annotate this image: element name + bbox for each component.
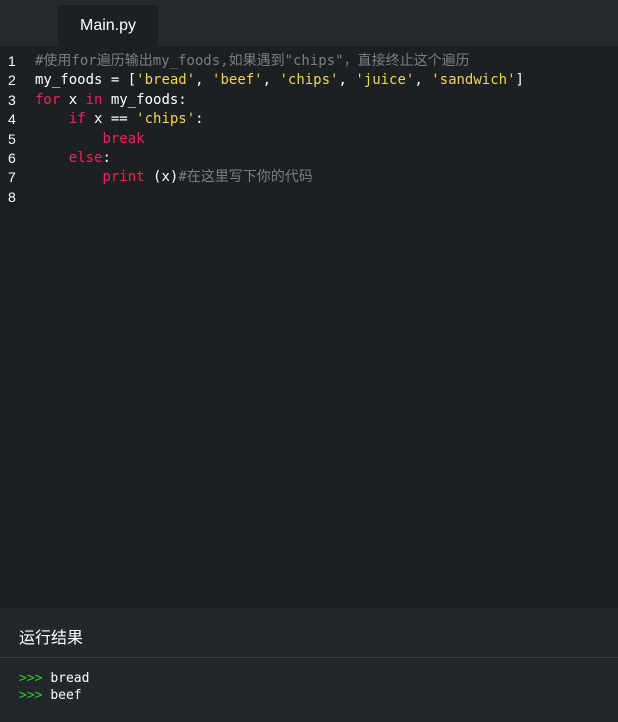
code-token-keyword: else xyxy=(68,149,103,166)
line-code: break xyxy=(35,130,145,149)
code-token-plain: my_foods: xyxy=(102,91,187,108)
code-line: 8 xyxy=(0,188,618,207)
code-token-plain: (x) xyxy=(144,169,179,186)
code-token-string: 'bread' xyxy=(136,72,196,89)
code-token-string: 'chips' xyxy=(279,72,339,89)
code-token-keyword: if xyxy=(68,111,86,128)
code-token-comment: #使用for遍历输出my_foods,如果遇到"chips"，直接终止这个遍历 xyxy=(35,53,470,69)
line-code: #使用for遍历输出my_foods,如果遇到"chips"，直接终止这个遍历 xyxy=(35,52,470,71)
code-editor[interactable]: 1 #使用for遍历输出my_foods,如果遇到"chips"，直接终止这个遍历… xyxy=(0,46,618,608)
code-token-string: 'beef' xyxy=(212,72,263,89)
code-line: 4 if x == 'chips': xyxy=(0,110,618,129)
code-token-string: 'sandwich' xyxy=(431,72,516,89)
line-number: 1 xyxy=(8,53,16,69)
line-code: if x == 'chips': xyxy=(35,110,204,129)
code-token-comment: #在这里写下你的代码 xyxy=(178,169,313,186)
line-number: 8 xyxy=(8,188,16,205)
line-number: 6 xyxy=(8,149,16,166)
line-number: 5 xyxy=(8,130,16,147)
output-line: >>> beef xyxy=(19,687,89,704)
console-prompt: >>> xyxy=(19,688,43,703)
code-token-keyword: break xyxy=(102,130,145,147)
output-line: >>> bread xyxy=(19,670,89,687)
code-token-plain: , xyxy=(195,72,213,89)
line-code: else: xyxy=(35,149,111,168)
code-token-plain: , xyxy=(262,72,280,89)
code-lines: 1 #使用for遍历输出my_foods,如果遇到"chips"，直接终止这个遍历… xyxy=(0,52,618,207)
tab-label: Main.py xyxy=(79,16,137,34)
code-token-plain: ] xyxy=(515,72,524,89)
code-token-plain: : xyxy=(102,149,111,166)
line-number: 4 xyxy=(8,111,16,128)
code-line: 3 for x in my_foods: xyxy=(0,91,618,110)
line-code: print (x)#在这里写下你的代码 xyxy=(35,168,313,187)
code-line: 6 else: xyxy=(0,149,618,168)
code-token-plain: , xyxy=(414,72,432,89)
output-console: >>> bread >>> beef xyxy=(19,670,89,704)
console-prompt: >>> xyxy=(19,671,43,686)
output-text: bread xyxy=(50,671,90,686)
code-token-plain: my_foods = [ xyxy=(35,72,137,89)
results-panel: 运行结果 >>> bread >>> beef xyxy=(0,608,618,722)
code-token-keyword: in xyxy=(85,91,103,108)
line-number: 3 xyxy=(8,91,16,108)
tab-bar: Main.py xyxy=(0,0,618,46)
code-line: 5 break xyxy=(0,130,618,149)
code-token-keyword: print xyxy=(102,169,145,186)
code-token-keyword: for xyxy=(35,91,61,108)
tab-main-py[interactable]: Main.py xyxy=(58,5,158,46)
line-code: for x in my_foods: xyxy=(35,91,187,110)
code-line: 1 #使用for遍历输出my_foods,如果遇到"chips"，直接终止这个遍历 xyxy=(0,52,618,71)
results-title: 运行结果 xyxy=(19,630,84,647)
code-line: 7 print (x)#在这里写下你的代码 xyxy=(0,168,618,187)
code-token-plain: x == xyxy=(85,111,137,128)
code-token-plain: x xyxy=(60,91,86,108)
line-number: 7 xyxy=(8,169,16,186)
code-token-plain: : xyxy=(195,111,204,128)
code-token-plain: , xyxy=(338,72,356,89)
results-header: 运行结果 xyxy=(0,608,618,658)
code-line: 2 my_foods = ['bread', 'beef', 'chips', '… xyxy=(0,71,618,90)
code-token-string: 'juice' xyxy=(355,72,415,89)
line-number: 2 xyxy=(8,72,16,89)
code-token-string: 'chips' xyxy=(136,111,196,128)
line-code: my_foods = ['bread', 'beef', 'chips', 'j… xyxy=(35,71,524,90)
output-text: beef xyxy=(50,688,82,703)
